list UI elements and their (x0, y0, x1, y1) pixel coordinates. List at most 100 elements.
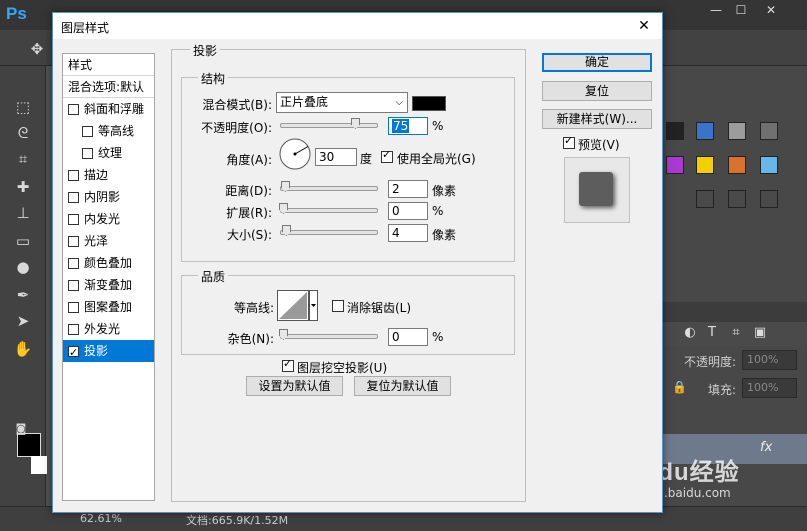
style-swatch[interactable] (728, 156, 746, 174)
style-swatch[interactable] (728, 190, 746, 208)
document-info: 文档:665.9K/1.52M (186, 514, 289, 527)
style-item[interactable]: 图案叠加 (63, 296, 154, 318)
zoom-level[interactable]: 62.61% (80, 512, 122, 525)
style-item[interactable]: 斜面和浮雕 (63, 98, 154, 120)
crop-tool-icon[interactable]: ⌗ (12, 148, 34, 170)
styles-header[interactable]: 样式 (63, 54, 154, 76)
reset-default-button[interactable]: 复位为默认值 (354, 376, 451, 396)
size-slider[interactable] (280, 225, 378, 236)
style-swatch[interactable] (728, 122, 746, 140)
size-slider-thumb[interactable] (282, 225, 291, 236)
style-swatch[interactable] (696, 190, 714, 208)
spread-slider[interactable] (279, 203, 378, 214)
healing-tool-icon[interactable]: ✚ (12, 176, 34, 198)
style-item[interactable]: 渐变叠加 (63, 274, 154, 296)
eraser-tool-icon[interactable]: ▭ (12, 230, 34, 252)
style-checkbox[interactable] (68, 258, 79, 269)
style-swatch[interactable] (760, 156, 778, 174)
contour-picker[interactable] (277, 290, 318, 321)
style-checkbox[interactable] (68, 280, 79, 291)
blending-options-item[interactable]: 混合选项:默认 (63, 76, 154, 98)
style-checkbox[interactable] (68, 170, 79, 181)
reset-button[interactable]: 复位 (542, 81, 652, 101)
marquee-tool-icon[interactable]: ⬚ (12, 96, 34, 118)
layer-fill-input[interactable]: 100% (742, 378, 797, 398)
style-item[interactable]: 颜色叠加 (63, 252, 154, 274)
style-checkbox[interactable] (68, 342, 79, 362)
type-layer-icon[interactable]: T (704, 325, 720, 341)
style-item[interactable]: 内阴影 (63, 186, 154, 208)
ok-button[interactable]: 确定 (542, 53, 652, 72)
tools-panel: ⬚ ᘓ ⌗ ✚ ⊥ ▭ ● ✒ ➤ ✋ ◙ (0, 66, 47, 506)
layer-opacity-input[interactable]: 100% (742, 350, 797, 370)
antialias-label: 消除锯齿(L) (347, 301, 412, 315)
antialias-checkbox[interactable] (332, 300, 344, 312)
spread-slider-thumb[interactable] (279, 203, 288, 214)
style-swatch[interactable] (666, 156, 684, 174)
lock-icon[interactable]: 🔒 (672, 380, 687, 394)
style-checkbox[interactable] (68, 324, 79, 335)
style-checkbox[interactable] (82, 126, 93, 137)
style-checkbox[interactable] (68, 104, 79, 115)
section-title: 投影 (190, 42, 221, 59)
smart-object-icon[interactable]: ▣ (752, 325, 768, 341)
style-label: 内发光 (84, 212, 121, 226)
new-style-button[interactable]: 新建样式(W)... (542, 109, 652, 129)
opacity-slider-thumb[interactable] (351, 118, 360, 129)
set-default-button[interactable]: 设置为默认值 (246, 376, 343, 396)
angle-unit: 度 (360, 152, 373, 166)
blur-tool-icon[interactable]: ● (12, 256, 34, 278)
style-item[interactable]: 外发光 (63, 318, 154, 340)
style-swatch[interactable] (696, 156, 714, 174)
style-swatch[interactable] (666, 122, 684, 140)
style-swatch[interactable] (696, 122, 714, 140)
close-icon[interactable]: ✕ (633, 16, 655, 36)
style-item[interactable]: 等高线 (63, 120, 154, 142)
selection-tool-icon[interactable]: ➤ (12, 310, 34, 332)
hand-tool-icon[interactable]: ✋ (12, 338, 34, 360)
style-item[interactable]: 投影 (63, 340, 154, 362)
style-checkbox[interactable] (68, 214, 79, 225)
adjustment-icon[interactable]: ◐ (682, 325, 698, 341)
noise-slider-thumb[interactable] (279, 329, 288, 340)
size-input[interactable]: 4 (388, 224, 428, 242)
preview-checkbox[interactable] (563, 134, 575, 149)
knockout-checkbox[interactable] (282, 357, 294, 372)
style-checkbox[interactable] (68, 302, 79, 313)
opacity-input[interactable]: 75 (388, 117, 428, 135)
angle-input[interactable]: 30 (315, 148, 357, 166)
opacity-slider[interactable] (280, 118, 378, 129)
style-item[interactable]: 光泽 (63, 230, 154, 252)
background-color[interactable] (31, 456, 47, 474)
drop-shadow-panel: 投影 结构 混合模式(B): 正片叠底 ⌵ 不透明度(O): 75 % 角度(A… (171, 42, 526, 502)
style-swatch[interactable] (760, 190, 778, 208)
style-item[interactable]: 内发光 (63, 208, 154, 230)
maximize-icon[interactable]: ☐ (730, 2, 752, 19)
style-swatch[interactable] (760, 122, 778, 140)
app-close-icon[interactable]: ✕ (760, 2, 782, 19)
lasso-tool-icon[interactable]: ᘓ (12, 122, 34, 144)
angle-dial[interactable] (278, 137, 312, 171)
blend-mode-select[interactable]: 正片叠底 ⌵ (276, 92, 408, 113)
quick-mask-icon[interactable]: ◙ (10, 418, 32, 440)
stamp-tool-icon[interactable]: ⊥ (12, 202, 34, 224)
global-light-checkbox[interactable] (381, 148, 393, 163)
style-checkbox[interactable] (82, 148, 93, 159)
dialog-title: 图层样式 (61, 21, 110, 35)
style-checkbox[interactable] (68, 236, 79, 247)
noise-slider[interactable] (279, 329, 378, 340)
style-label: 斜面和浮雕 (84, 102, 145, 116)
distance-input[interactable]: 2 (388, 180, 428, 198)
distance-slider[interactable] (280, 181, 378, 192)
shape-layer-icon[interactable]: ⌗ (728, 325, 744, 341)
noise-input[interactable]: 0 (388, 328, 428, 346)
move-tool-icon[interactable]: ✥ (26, 38, 48, 60)
minimize-icon[interactable]: — (705, 2, 727, 19)
pen-tool-icon[interactable]: ✒ (12, 284, 34, 306)
spread-input[interactable]: 0 (388, 202, 428, 220)
style-item[interactable]: 纹理 (63, 142, 154, 164)
distance-slider-thumb[interactable] (281, 181, 290, 192)
style-checkbox[interactable] (68, 192, 79, 203)
style-item[interactable]: 描边 (63, 164, 154, 186)
shadow-color-swatch[interactable] (412, 96, 446, 111)
